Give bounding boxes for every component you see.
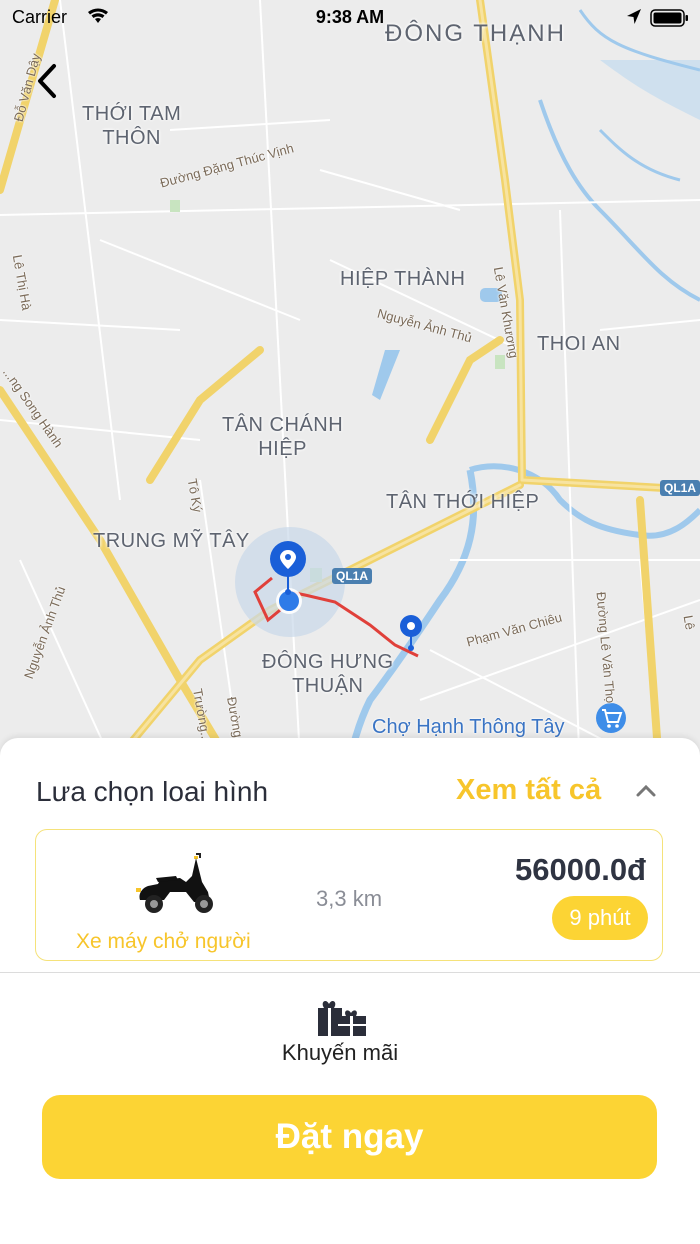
promotion-label: Khuyến mãi [281, 1040, 399, 1065]
back-button[interactable] [30, 62, 66, 102]
promotion-button[interactable]: Khuyến mãi [240, 996, 440, 1068]
sheet-title: Lưa chọn loai hình [36, 776, 269, 807]
highway-shield: QL1A [332, 568, 373, 584]
area-label-dong-hung-thuan: ĐÔNG HƯNG THUẬN [262, 651, 394, 697]
gift-icon [318, 1001, 366, 1036]
see-all-link[interactable]: Xem tất cả [456, 774, 601, 807]
road-label-le-right: Lê [680, 614, 698, 631]
trip-price: 56000.0đ [515, 852, 646, 887]
area-label-tan-chanh-hiep: TÂN CHÁNH HIỆP [222, 414, 344, 460]
divider [0, 972, 700, 973]
area-label-tan-thoi-hiep: TÂN THỚI HIỆP [386, 491, 540, 513]
area-label-thoi-an: THOI AN [537, 333, 621, 355]
market-poi-icon [596, 703, 626, 733]
location-arrow-icon [627, 9, 641, 24]
bottom-sheet: Lưa chọn loai hình Xem tất cả Xe máy chở… [0, 738, 700, 1244]
status-bar: Carrier 9:38 AM [0, 0, 700, 36]
area-label-hiep-thanh: HIỆP THÀNH [340, 268, 466, 290]
chevron-up-icon[interactable] [634, 782, 658, 798]
book-now-button[interactable]: Đặt ngay [42, 1095, 657, 1179]
area-label-thoi-tam-thon: THỚI TAM THÔN [82, 103, 182, 149]
status-time: 9:38 AM [315, 7, 385, 27]
highway-shield: QL1A [660, 480, 700, 496]
vehicle-option-card[interactable]: Xe máy chở người 3,3 km 56000.0đ 9 phút [35, 829, 663, 961]
eta-badge: 9 phút [552, 896, 648, 940]
scooter-icon [136, 853, 213, 913]
poi-label-market[interactable]: Chợ Hạnh Thông Tây [372, 716, 565, 739]
trip-distance: 3,3 km [316, 886, 383, 911]
chevron-left-icon [38, 64, 56, 98]
map-view[interactable]: ĐÔNG THẠNH THỚI TAM THÔN HIỆP THÀNH THOI… [0, 0, 700, 780]
battery-icon [650, 9, 688, 27]
destination-pin-icon [400, 615, 422, 651]
area-label-trung-my-tay: TRUNG MỸ TÂY [93, 530, 250, 552]
vehicle-name: Xe máy chở người [76, 930, 251, 953]
